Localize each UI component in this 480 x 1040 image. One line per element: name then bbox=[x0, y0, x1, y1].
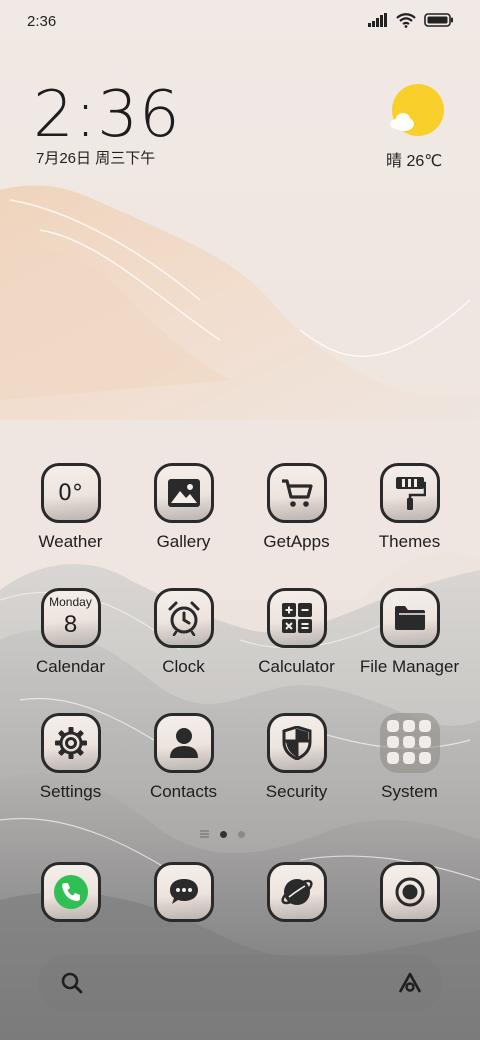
app-contacts[interactable]: Contacts bbox=[127, 713, 240, 802]
list-view-icon[interactable] bbox=[200, 830, 209, 838]
app-label: Calculator bbox=[258, 657, 335, 676]
assistant-icon[interactable] bbox=[396, 971, 424, 995]
weather-temp-glyph: 0° bbox=[58, 480, 83, 506]
shield-icon bbox=[266, 713, 327, 773]
app-label: Weather bbox=[38, 532, 103, 551]
signal-icon bbox=[368, 13, 387, 27]
app-themes[interactable]: Themes bbox=[353, 463, 466, 552]
status-bar: 2:36 bbox=[0, 0, 480, 44]
browser-icon bbox=[266, 862, 327, 922]
app-label: Themes bbox=[378, 532, 441, 551]
phone-icon bbox=[40, 862, 101, 922]
app-calculator[interactable]: Calculator bbox=[240, 588, 353, 677]
sun-cloud-icon bbox=[390, 84, 444, 136]
dock-browser[interactable] bbox=[240, 862, 353, 922]
app-label: System bbox=[381, 782, 438, 801]
app-folder-icon bbox=[379, 713, 440, 773]
app-system-folder[interactable]: System bbox=[353, 713, 466, 802]
status-icons bbox=[368, 12, 454, 28]
weather-widget[interactable]: 晴 26℃ bbox=[382, 84, 452, 170]
battery-icon bbox=[424, 13, 453, 27]
alarm-clock-icon bbox=[153, 588, 214, 648]
app-label: Gallery bbox=[156, 532, 211, 551]
app-clock[interactable]: Clock bbox=[127, 588, 240, 677]
app-getapps[interactable]: GetApps bbox=[240, 463, 353, 552]
dock-messages[interactable] bbox=[127, 862, 240, 922]
page-dot[interactable] bbox=[238, 830, 245, 838]
app-gallery[interactable]: Gallery bbox=[127, 463, 240, 552]
app-label: Calendar bbox=[36, 657, 105, 676]
status-time: 2:36 bbox=[27, 13, 57, 30]
clock-widget-date: 7月26日 周三下午 bbox=[36, 150, 156, 167]
calendar-icon: Monday 8 bbox=[40, 588, 101, 648]
app-label: Security bbox=[265, 782, 328, 801]
app-calendar[interactable]: Monday 8 Calendar bbox=[14, 588, 127, 677]
dock bbox=[0, 860, 480, 930]
app-label: Contacts bbox=[149, 782, 218, 801]
gear-icon bbox=[40, 713, 101, 773]
cart-icon bbox=[266, 463, 327, 523]
dock-camera[interactable] bbox=[353, 862, 466, 922]
app-label: Settings bbox=[39, 782, 102, 801]
message-icon bbox=[153, 862, 214, 922]
calendar-day: 8 bbox=[63, 611, 78, 638]
app-label: Clock bbox=[162, 657, 205, 676]
weather-condition-temp: 晴 26℃ bbox=[386, 153, 443, 170]
search-bar[interactable] bbox=[38, 955, 442, 1011]
person-icon bbox=[153, 713, 214, 773]
app-label: File Manager bbox=[359, 657, 460, 676]
dock-phone[interactable] bbox=[14, 862, 127, 922]
page-dot-active[interactable] bbox=[220, 830, 227, 838]
search-icon[interactable] bbox=[60, 971, 84, 995]
app-security[interactable]: Security bbox=[240, 713, 353, 802]
folder-icon bbox=[379, 588, 440, 648]
weather-icon: 0° bbox=[40, 463, 101, 523]
image-icon bbox=[153, 463, 214, 523]
calendar-weekday: Monday bbox=[49, 595, 92, 609]
app-file-manager[interactable]: File Manager bbox=[353, 588, 466, 677]
app-weather[interactable]: 0° Weather bbox=[14, 463, 127, 552]
clock-widget-time[interactable]: 2:36 bbox=[33, 78, 181, 152]
paint-roller-icon bbox=[379, 463, 440, 523]
app-settings[interactable]: Settings bbox=[14, 713, 127, 802]
page-indicator[interactable] bbox=[200, 830, 245, 838]
calculator-icon bbox=[266, 588, 327, 648]
camera-icon bbox=[379, 862, 440, 922]
wifi-icon bbox=[396, 13, 416, 28]
app-label: GetApps bbox=[263, 532, 330, 551]
